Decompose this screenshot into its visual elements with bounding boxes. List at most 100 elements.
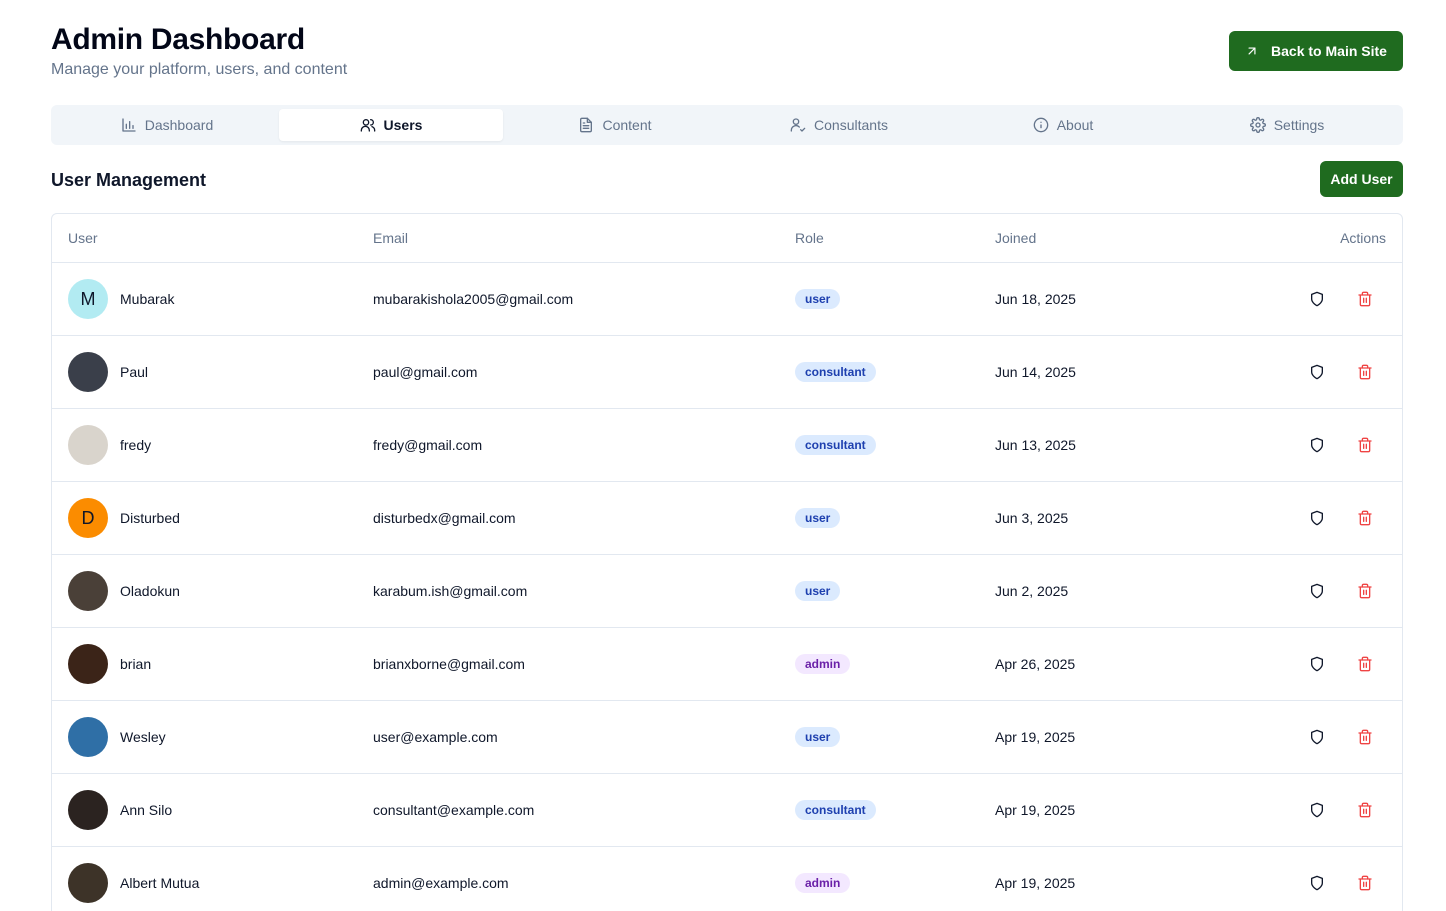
user-email: fredy@gmail.com [373, 437, 483, 453]
delete-user-button[interactable] [1356, 655, 1374, 673]
user-cell: Paul [52, 352, 373, 392]
delete-user-button[interactable] [1356, 363, 1374, 381]
user-name: Albert Mutua [120, 875, 200, 891]
delete-user-button[interactable] [1356, 436, 1374, 454]
user-cell: Wesley [52, 717, 373, 757]
table-row: Ann Silo consultant@example.com consultant… [52, 774, 1402, 847]
table-row: Paul paul@gmail.com consultant Jun 14, 2025 [52, 336, 1402, 409]
delete-user-button[interactable] [1356, 290, 1374, 308]
tab-label: Dashboard [144, 117, 214, 133]
role-cell: admin [795, 873, 995, 893]
joined-date: Jun 3, 2025 [995, 510, 1069, 526]
avatar: D [68, 498, 108, 538]
shield-icon [1311, 802, 1323, 818]
page-header: Admin Dashboard Manage your platform, us… [51, 22, 347, 80]
user-email: admin@example.com [373, 875, 509, 891]
tab-label: About [1056, 117, 1094, 133]
avatar [68, 571, 108, 611]
back-button-label: Back to Main Site [1271, 43, 1387, 59]
table-row: brian brianxborne@gmail.com admin Apr 26, 2… [52, 628, 1402, 701]
role-badge: user [795, 727, 841, 747]
shield-icon [1311, 364, 1323, 380]
joined-date: Apr 19, 2025 [995, 875, 1076, 891]
change-role-button[interactable] [1308, 363, 1326, 381]
page-title: Admin Dashboard [51, 23, 305, 56]
actions-cell [1195, 801, 1402, 819]
role-cell: consultant [795, 362, 995, 382]
tab-bar: Dashboard Users Content Consultants About Set… [51, 105, 1403, 145]
joined-date: Jun 13, 2025 [995, 437, 1076, 453]
change-role-button[interactable] [1308, 290, 1326, 308]
avatar-initial: M [80, 288, 96, 309]
tab-label: Consultants [814, 117, 888, 133]
joined-date: Apr 26, 2025 [995, 656, 1076, 672]
user-cell: Ann Silo [52, 790, 373, 830]
user-cell: Albert Mutua [52, 863, 373, 903]
role-cell: user [795, 581, 995, 601]
shield-icon [1311, 583, 1323, 599]
table-body: M Mubarak mubarakishola2005@gmail.com user J… [52, 263, 1402, 911]
delete-user-button[interactable] [1356, 582, 1374, 600]
add-user-button[interactable]: Add User [1320, 161, 1403, 197]
gear-icon [1249, 117, 1266, 133]
user-email: karabum.ish@gmail.com [373, 583, 528, 599]
user-name: Ann Silo [120, 802, 173, 818]
user-cell: brian [52, 644, 373, 684]
avatar [68, 717, 108, 757]
user-name: fredy [120, 437, 152, 453]
tab-users[interactable]: Users [279, 109, 503, 141]
delete-user-button[interactable] [1356, 509, 1374, 527]
joined-date: Apr 19, 2025 [995, 729, 1076, 745]
trash-icon [1358, 656, 1372, 672]
role-badge: user [795, 508, 841, 528]
role-cell: consultant [795, 800, 995, 820]
change-role-button[interactable] [1308, 874, 1326, 892]
shield-icon [1311, 656, 1323, 672]
table-row: D Disturbed disturbedx@gmail.com user Jun 3,… [52, 482, 1402, 555]
actions-cell [1195, 436, 1402, 454]
user-name: Paul [120, 364, 149, 380]
delete-user-button[interactable] [1356, 874, 1374, 892]
change-role-button[interactable] [1308, 655, 1326, 673]
trash-icon [1358, 291, 1372, 307]
column-header-user: User [68, 230, 98, 246]
back-to-main-site-button[interactable]: Back to Main Site [1229, 31, 1403, 71]
change-role-button[interactable] [1308, 582, 1326, 600]
change-role-button[interactable] [1308, 436, 1326, 454]
tab-content[interactable]: Content [503, 109, 727, 141]
tab-dashboard[interactable]: Dashboard [55, 109, 279, 141]
user-name: brian [120, 656, 152, 672]
joined-date: Jun 14, 2025 [995, 364, 1076, 380]
delete-user-button[interactable] [1356, 801, 1374, 819]
column-header-actions: Actions [1340, 230, 1386, 246]
bar-chart-icon [122, 118, 136, 132]
role-badge: admin [795, 654, 851, 674]
change-role-button[interactable] [1308, 728, 1326, 746]
change-role-button[interactable] [1308, 509, 1326, 527]
user-email: user@example.com [373, 729, 498, 745]
tab-consultants[interactable]: Consultants [727, 109, 951, 141]
shield-icon [1311, 510, 1323, 526]
user-email: paul@gmail.com [373, 364, 478, 380]
tab-about[interactable]: About [951, 109, 1175, 141]
trash-icon [1358, 802, 1372, 818]
actions-cell [1195, 874, 1402, 892]
delete-user-button[interactable] [1356, 728, 1374, 746]
users-icon [360, 119, 375, 132]
actions-cell [1195, 509, 1402, 527]
trash-icon [1358, 437, 1372, 453]
tab-settings[interactable]: Settings [1175, 109, 1399, 141]
joined-date: Jun 18, 2025 [995, 291, 1076, 307]
table-row: fredy fredy@gmail.com consultant Jun 13, 20… [52, 409, 1402, 482]
file-text-icon [580, 117, 593, 133]
trash-icon [1358, 510, 1372, 526]
change-role-button[interactable] [1308, 801, 1326, 819]
joined-date: Jun 2, 2025 [995, 583, 1069, 599]
avatar [68, 425, 108, 465]
table-row: M Mubarak mubarakishola2005@gmail.com user J… [52, 263, 1402, 336]
info-icon [1033, 117, 1049, 133]
user-check-icon [790, 118, 806, 132]
role-badge: consultant [795, 435, 876, 455]
role-cell: user [795, 727, 995, 747]
avatar-initial: D [81, 507, 95, 528]
